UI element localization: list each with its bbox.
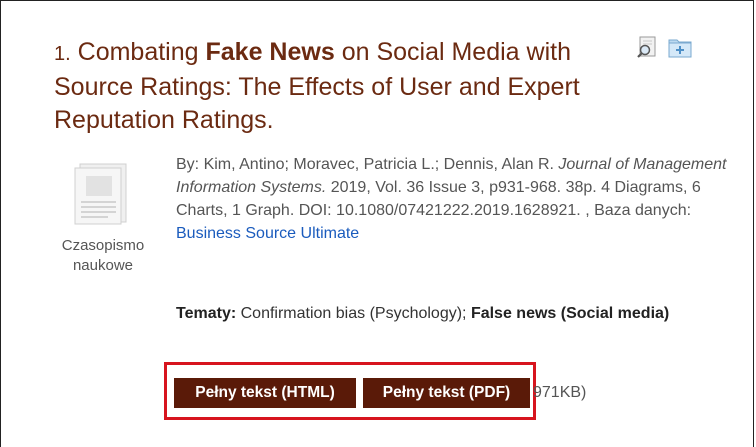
journal-document-icon[interactable]: [66, 160, 138, 226]
subjects: Tematy: Confirmation bias (Psychology); …: [176, 303, 716, 325]
title-highlight[interactable]: Fake News: [206, 38, 335, 66]
magnifier-preview-icon[interactable]: [636, 36, 658, 58]
add-to-folder-icon[interactable]: [668, 37, 692, 58]
subjects-label: Tematy:: [176, 305, 237, 322]
authors: By: Kim, Antino; Moravec, Patricia L.; D…: [176, 156, 559, 173]
result-number: 1.: [54, 43, 71, 65]
result-metadata: By: Kim, Antino; Moravec, Patricia L.; D…: [176, 153, 736, 245]
fulltext-html-button[interactable]: Pełny tekst (HTML): [174, 378, 356, 408]
result-title[interactable]: 1. Combating Fake News on Social Media w…: [54, 36, 614, 137]
fulltext-pdf-button[interactable]: Pełny tekst (PDF): [363, 378, 530, 408]
database-link[interactable]: Business Source Ultimate: [176, 225, 359, 242]
subject-bold[interactable]: False news (Social media): [471, 305, 669, 322]
subject-plain[interactable]: Confirmation bias (Psychology);: [236, 305, 471, 322]
pdf-size-label: 971KB): [533, 384, 587, 401]
document-type-label: Czasopismo naukowe: [61, 237, 145, 274]
title-prefix[interactable]: Combating: [78, 38, 206, 66]
